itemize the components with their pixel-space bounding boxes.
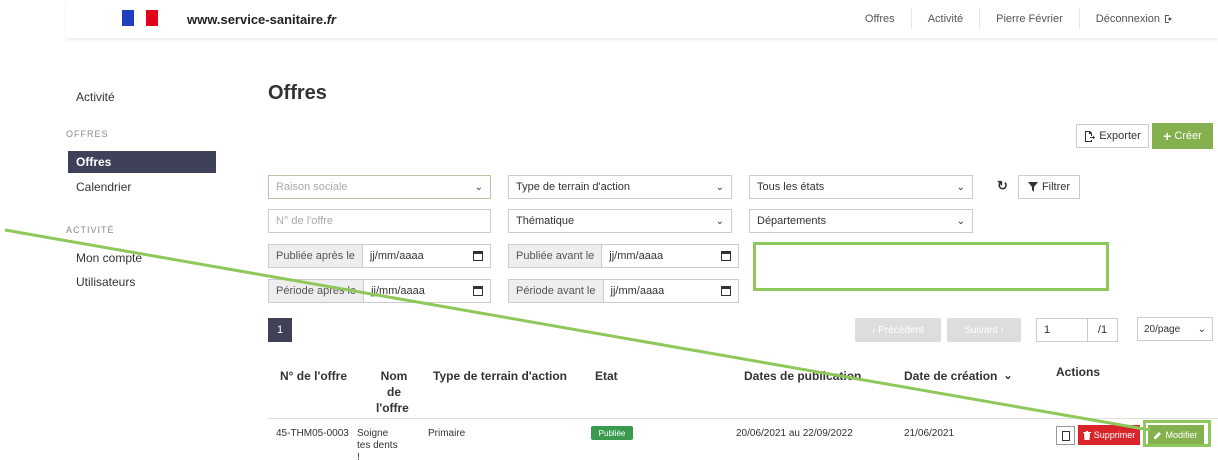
page-size-select[interactable]: 20/page ⌄ bbox=[1137, 317, 1213, 341]
cell-creation: 21/06/2021 bbox=[904, 428, 955, 439]
column-header-type[interactable]: Type de terrain d'action bbox=[433, 368, 567, 384]
previous-page-button[interactable]: ‹ Précédent bbox=[855, 318, 941, 342]
calendar-icon[interactable] bbox=[473, 286, 483, 296]
page-total: /1 bbox=[1088, 318, 1118, 342]
calendar-icon[interactable] bbox=[721, 286, 731, 296]
sidebar-item-offres[interactable]: Offres bbox=[68, 151, 216, 173]
delete-button[interactable]: Supprimer bbox=[1078, 425, 1140, 445]
raison-sociale-select[interactable]: Raison sociale ⌄ bbox=[268, 175, 491, 199]
chevron-down-icon: ⌄ bbox=[1197, 323, 1206, 335]
create-button[interactable]: + Créer bbox=[1152, 123, 1213, 149]
sidebar-item-utilisateurs[interactable]: Utilisateurs bbox=[76, 275, 135, 289]
chevron-down-icon: ⌄ bbox=[715, 181, 724, 193]
sidebar-item-calendrier[interactable]: Calendrier bbox=[76, 180, 131, 194]
column-header-nom[interactable]: Nom de l'offre bbox=[376, 368, 409, 416]
page-number-input[interactable]: 1 bbox=[1036, 318, 1088, 342]
column-header-actions: Actions bbox=[1056, 365, 1101, 379]
sidebar-item-mon-compte[interactable]: Mon compte bbox=[76, 251, 142, 265]
cell-numero: 45-THM05-0003 bbox=[276, 428, 349, 439]
nav-user-profile[interactable]: Pierre Février bbox=[979, 9, 1079, 29]
logout-icon bbox=[1165, 15, 1172, 23]
french-flag-logo bbox=[122, 10, 158, 26]
chevron-down-icon: ⌄ bbox=[715, 215, 724, 227]
chevron-down-icon: ⌄ bbox=[474, 181, 483, 193]
column-header-numero[interactable]: N° de l'offre bbox=[280, 368, 347, 384]
nav-logout[interactable]: Déconnexion bbox=[1078, 9, 1190, 29]
chevron-down-icon: ⌄ bbox=[956, 181, 965, 193]
column-header-etat[interactable]: Etat bbox=[595, 368, 618, 384]
column-header-dates[interactable]: Dates de publication bbox=[744, 368, 861, 384]
next-page-button[interactable]: Suivant › bbox=[947, 318, 1021, 342]
brand-tld: fr bbox=[326, 12, 337, 27]
refresh-icon[interactable]: ↻ bbox=[997, 178, 1008, 194]
sort-chevron-icon: ⌄ bbox=[1003, 370, 1013, 382]
type-terrain-select[interactable]: Type de terrain d'action ⌄ bbox=[508, 175, 732, 199]
chevron-down-icon: ⌄ bbox=[956, 215, 965, 227]
plus-icon: + bbox=[1163, 128, 1172, 144]
filter-button[interactable]: Filtrer bbox=[1018, 175, 1080, 199]
cell-type: Primaire bbox=[428, 428, 466, 439]
etats-select[interactable]: Tous les états ⌄ bbox=[749, 175, 973, 199]
funnel-icon bbox=[1027, 182, 1038, 192]
view-document-button[interactable] bbox=[1056, 426, 1075, 445]
numero-offre-input[interactable]: N° de l'offre bbox=[268, 209, 491, 233]
nav-activite[interactable]: Activité bbox=[910, 9, 979, 29]
sidebar-section-activite: ACTIVITÉ bbox=[66, 225, 115, 235]
top-bar: www.service-sanitaire.fr Offres Activité… bbox=[66, 0, 1218, 38]
page-title: Offres bbox=[268, 82, 327, 104]
sidebar-section-offres: OFFRES bbox=[66, 129, 109, 139]
export-button[interactable]: Exporter bbox=[1076, 124, 1149, 148]
top-navigation: Offres Activité Pierre Février Déconnexi… bbox=[849, 0, 1190, 38]
calendar-icon[interactable] bbox=[721, 251, 731, 261]
publiee-avant-date[interactable]: Publiée avant le jj/mm/aaaa bbox=[508, 244, 739, 268]
status-badge: Publiée bbox=[591, 426, 633, 440]
thematique-select[interactable]: Thématique ⌄ bbox=[508, 209, 732, 233]
publiee-apres-date[interactable]: Publiée après le jj/mm/aaaa bbox=[268, 244, 491, 268]
annotation-edit-highlight bbox=[1143, 420, 1211, 447]
brand-domain: www.service-sanitaire. bbox=[187, 12, 327, 27]
site-brand[interactable]: www.service-sanitaire.fr bbox=[187, 12, 336, 27]
cell-nom[interactable]: Soigne tes dents ! bbox=[357, 428, 398, 460]
document-icon bbox=[1061, 430, 1070, 441]
departements-select[interactable]: Départements ⌄ bbox=[749, 209, 973, 233]
periode-avant-date[interactable]: Période avant le jj/mm/aaaa bbox=[508, 279, 739, 303]
annotation-highlight-box bbox=[753, 242, 1109, 291]
column-header-creation[interactable]: Date de création ⌄ bbox=[904, 368, 1013, 384]
trash-icon bbox=[1082, 430, 1091, 440]
cell-dates: 20/06/2021 au 22/09/2022 bbox=[736, 428, 853, 439]
current-page-badge[interactable]: 1 bbox=[268, 318, 292, 342]
sidebar-link-activite[interactable]: Activité bbox=[76, 90, 115, 104]
table-row-divider bbox=[268, 418, 1218, 419]
periode-apres-date[interactable]: Période après le jj/mm/aaaa bbox=[268, 279, 491, 303]
nav-offres[interactable]: Offres bbox=[849, 9, 911, 29]
export-icon bbox=[1085, 130, 1096, 142]
calendar-icon[interactable] bbox=[473, 251, 483, 261]
